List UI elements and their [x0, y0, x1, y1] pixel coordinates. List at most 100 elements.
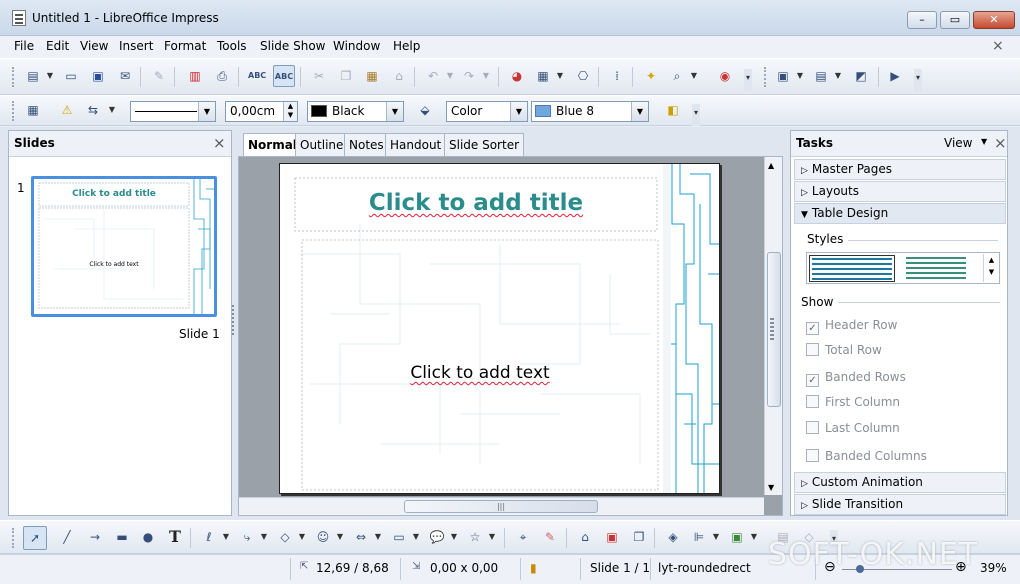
arrow-style-icon[interactable]: ⇆ [84, 101, 102, 119]
checkbox-checked-icon[interactable]: ✓ [806, 322, 819, 335]
rotate-icon[interactable]: ◈ [664, 528, 682, 546]
area-style-select[interactable]: Color ▼ [446, 101, 528, 122]
alignment-dropdown-icon[interactable]: ▼ [712, 528, 720, 546]
tab-normal[interactable]: Normal [243, 133, 302, 157]
document-modified-icon[interactable]: ▮ [530, 561, 537, 575]
print-icon[interactable]: ⎙ [213, 67, 231, 85]
connector-tool-icon[interactable]: ⤷ [238, 528, 256, 546]
minimize-button[interactable]: – [907, 11, 937, 29]
view-menu-button[interactable]: View [944, 136, 972, 150]
chevron-down-icon[interactable]: ▼ [198, 102, 215, 121]
menu-slide-show[interactable]: Slide Show [260, 39, 325, 53]
from-file-icon[interactable]: ▣ [603, 528, 621, 546]
spelling-icon[interactable]: ABC [248, 67, 266, 85]
menu-edit[interactable]: Edit [46, 39, 69, 53]
toolbar-overflow-icon[interactable]: ▾ [914, 69, 922, 91]
stars-icon[interactable]: ☆ [466, 528, 484, 546]
toolbar-overflow-icon[interactable]: ▾ [744, 69, 752, 91]
glue-points-icon[interactable]: ✎ [541, 528, 559, 546]
email-icon[interactable]: ✉ [116, 67, 134, 85]
checkbox-icon[interactable] [806, 343, 819, 356]
layout-icon[interactable]: ▤ [812, 67, 830, 85]
option-banded-rows[interactable]: ✓ Banded Rows [806, 370, 906, 387]
basic-shapes-dropdown-icon[interactable]: ▼ [298, 528, 306, 546]
maximize-button[interactable]: ▭ [940, 11, 970, 29]
copy-icon[interactable]: ❐ [337, 67, 355, 85]
text-tool-icon[interactable]: T [166, 528, 184, 546]
grid-icon[interactable]: ⁞ [608, 67, 626, 85]
redo-dropdown-icon[interactable]: ▼ [482, 67, 490, 85]
chevron-down-icon[interactable]: ▼ [386, 102, 403, 121]
tab-outline[interactable]: Outline [295, 133, 349, 156]
cut-icon[interactable]: ✂ [310, 67, 328, 85]
stars-dropdown-icon[interactable]: ▼ [488, 528, 496, 546]
block-arrows-icon[interactable]: ⇔ [352, 528, 370, 546]
left-splitter-handle[interactable] [232, 305, 235, 335]
slide-thumbnail[interactable]: Click to add title Click to add text [31, 176, 217, 317]
section-master-pages[interactable]: ▷ Master Pages [794, 159, 1006, 180]
slide-dropdown-icon[interactable]: ▼ [796, 67, 804, 85]
checkbox-icon[interactable] [806, 449, 819, 462]
select-pointer-icon[interactable]: ➚ [23, 526, 47, 550]
menu-file[interactable]: File [14, 39, 34, 53]
close-icon[interactable]: × [994, 134, 1007, 152]
menu-window[interactable]: Window [333, 39, 380, 53]
arrange-icon[interactable]: ▣ [728, 528, 746, 546]
checkbox-checked-icon[interactable]: ✓ [806, 374, 819, 387]
curve-tool-icon[interactable]: ℓ [200, 528, 218, 546]
basic-shapes-icon[interactable]: ◇ [276, 528, 294, 546]
clone-formatting-icon[interactable]: ⌂ [390, 67, 408, 85]
line-style-select[interactable]: ▼ [130, 101, 216, 122]
section-table-design[interactable]: ▼ Table Design [794, 203, 1006, 224]
points-icon[interactable]: ⌖ [514, 528, 532, 546]
shadow-icon[interactable]: ◧ [664, 101, 682, 119]
table-style-option[interactable] [906, 257, 966, 279]
table-styles-gallery[interactable]: ▲ ▼ [806, 252, 1000, 284]
checkbox-icon[interactable] [806, 395, 819, 408]
layout-dropdown-icon[interactable]: ▼ [834, 67, 842, 85]
section-layouts[interactable]: ▷ Layouts [794, 181, 1006, 202]
slide-icon[interactable]: ▣ [774, 67, 792, 85]
toolbar-grip[interactable] [12, 528, 16, 548]
option-header-row[interactable]: ✓ Header Row [806, 318, 897, 335]
ellipse-tool-icon[interactable]: ● [139, 528, 157, 546]
close-window-button[interactable]: ✕ [973, 11, 1015, 29]
curve-dropdown-icon[interactable]: ▼ [222, 528, 230, 546]
checkbox-icon[interactable] [806, 421, 819, 434]
new-dropdown-icon[interactable]: ▼ [46, 67, 54, 85]
arrange-dropdown-icon[interactable]: ▼ [750, 528, 758, 546]
open-icon[interactable]: ▭ [62, 67, 80, 85]
autospellcheck-icon[interactable]: ABC [273, 65, 295, 87]
zoom-dropdown-icon[interactable]: ▼ [690, 67, 698, 85]
slide-show-icon[interactable]: ▶ [886, 67, 904, 85]
scroll-down-icon[interactable]: ▼ [768, 483, 774, 492]
flowchart-dropdown-icon[interactable]: ▼ [412, 528, 420, 546]
line-arrow-tool-icon[interactable]: → [86, 528, 104, 546]
new-document-icon[interactable]: ▤ [24, 67, 42, 85]
option-first-column[interactable]: First Column [806, 395, 900, 409]
tab-handout[interactable]: Handout [385, 133, 447, 156]
area-fill-icon[interactable]: ⬙ [416, 101, 434, 119]
tab-slide-sorter[interactable]: Slide Sorter [444, 133, 525, 156]
line-width-field[interactable]: 0,00cm ▲ ▼ [225, 101, 298, 122]
menu-help[interactable]: Help [393, 39, 420, 53]
save-icon[interactable]: ▣ [89, 67, 107, 85]
slide-canvas[interactable]: Click to add title Click to add text [279, 163, 720, 494]
line-tool-icon[interactable]: ╱ [58, 528, 76, 546]
navigator-icon[interactable]: ✦ [642, 67, 660, 85]
option-banded-columns[interactable]: Banded Columns [806, 449, 927, 463]
title-placeholder[interactable]: Click to add title [280, 190, 672, 216]
menu-insert[interactable]: Insert [119, 39, 153, 53]
rectangle-tool-icon[interactable]: ▬ [113, 528, 131, 546]
chevron-down-icon[interactable]: ▼ [631, 102, 648, 121]
table-dropdown-icon[interactable]: ▼ [556, 67, 564, 85]
scroll-up-icon[interactable]: ▲ [768, 161, 774, 170]
toolbar-overflow-icon[interactable]: ▾ [692, 104, 700, 126]
fontwork-icon[interactable]: ⌂ [576, 528, 594, 546]
zoom-level[interactable]: 39% [980, 561, 1007, 575]
redo-icon[interactable]: ↷ [460, 67, 478, 85]
section-custom-animation[interactable]: ▷ Custom Animation [794, 472, 1006, 493]
view-dropdown-icon[interactable]: ▼ [981, 137, 987, 146]
symbol-shapes-dropdown-icon[interactable]: ▼ [336, 528, 344, 546]
toolbar-grip[interactable] [12, 67, 16, 87]
